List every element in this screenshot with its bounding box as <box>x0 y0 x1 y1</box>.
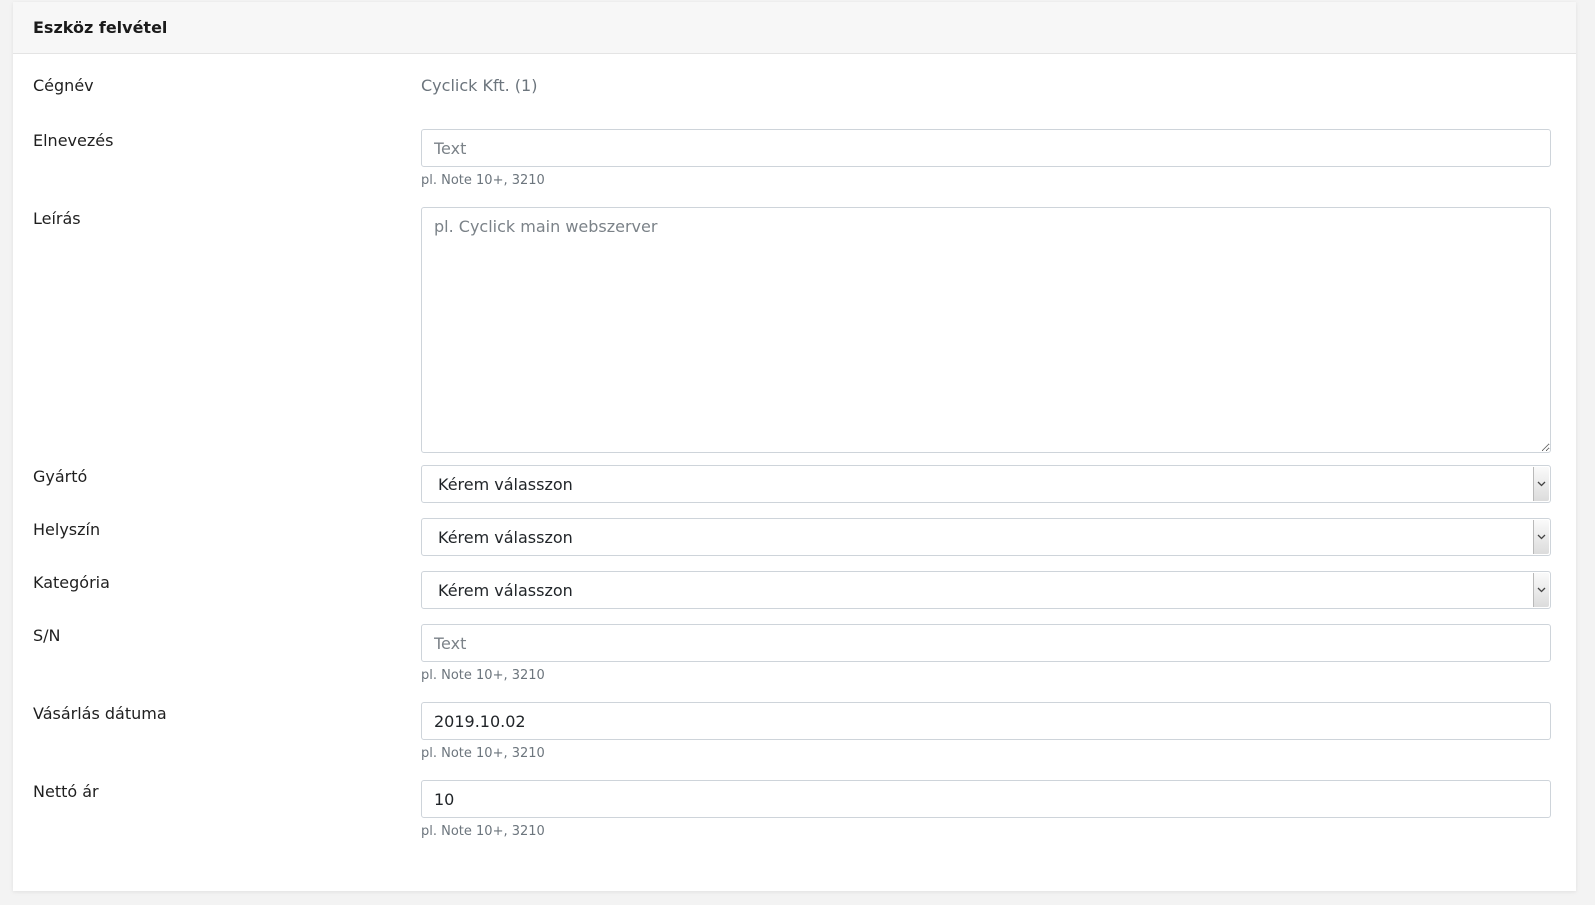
net-price-label: Nettó ár <box>33 782 99 801</box>
purchase-date-label: Vásárlás dátuma <box>33 704 167 723</box>
chevron-down-icon[interactable] <box>1533 467 1549 501</box>
asset-form-card: Eszköz felvétel Cégnév Cyclick Kft. (1) … <box>13 2 1576 891</box>
manufacturer-select[interactable]: Kérem válasszon <box>421 465 1551 503</box>
manufacturer-label: Gyártó <box>33 467 88 486</box>
manufacturer-selected-value: Kérem válasszon <box>438 474 573 494</box>
company-label: Cégnév <box>33 76 94 95</box>
purchase-date-input[interactable] <box>421 702 1551 740</box>
location-select[interactable]: Kérem válasszon <box>421 518 1551 556</box>
purchase-date-help-text: pl. Note 10+, 3210 <box>421 746 545 761</box>
net-price-help-text: pl. Note 10+, 3210 <box>421 824 545 839</box>
card-header: Eszköz felvétel <box>13 2 1576 54</box>
serial-input[interactable] <box>421 624 1551 662</box>
name-label: Elnevezés <box>33 131 114 150</box>
category-selected-value: Kérem válasszon <box>438 580 573 600</box>
description-label: Leírás <box>33 209 81 228</box>
net-price-input[interactable] <box>421 780 1551 818</box>
company-value: Cyclick Kft. (1) <box>421 76 538 95</box>
location-selected-value: Kérem válasszon <box>438 527 573 547</box>
chevron-down-icon[interactable] <box>1533 573 1549 607</box>
serial-help-text: pl. Note 10+, 3210 <box>421 668 545 683</box>
name-help-text: pl. Note 10+, 3210 <box>421 173 545 188</box>
serial-label: S/N <box>33 626 61 645</box>
category-select[interactable]: Kérem válasszon <box>421 571 1551 609</box>
card-title: Eszköz felvétel <box>33 18 168 37</box>
description-textarea[interactable] <box>421 207 1551 453</box>
name-input[interactable] <box>421 129 1551 167</box>
location-label: Helyszín <box>33 520 101 539</box>
chevron-down-icon[interactable] <box>1533 520 1549 554</box>
category-label: Kategória <box>33 573 110 592</box>
